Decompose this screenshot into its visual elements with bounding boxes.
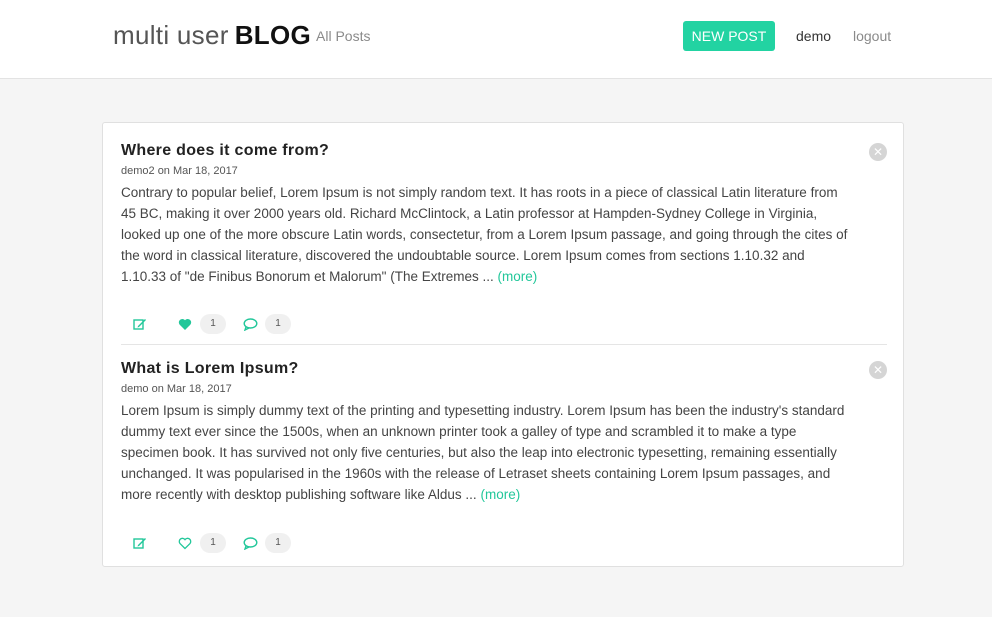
post-item: What is Lorem Ipsum? ✕ demo on Mar 18, 2… bbox=[121, 359, 887, 553]
post-excerpt: Contrary to popular belief, Lorem Ipsum … bbox=[121, 182, 853, 287]
post-item: Where does it come from? ✕ demo2 on Mar … bbox=[121, 141, 887, 334]
likes-count: 1 bbox=[200, 314, 226, 334]
username-link[interactable]: demo bbox=[796, 28, 831, 44]
all-posts-link[interactable]: All Posts bbox=[316, 28, 370, 44]
comment-icon[interactable] bbox=[241, 315, 259, 333]
post-excerpt-text: Contrary to popular belief, Lorem Ipsum … bbox=[121, 185, 848, 284]
post-title[interactable]: What is Lorem Ipsum? bbox=[121, 359, 887, 379]
top-navbar: multi user BLOG All Posts NEW POST demo … bbox=[0, 0, 992, 79]
comment-icon[interactable] bbox=[241, 534, 259, 552]
posts-panel: Where does it come from? ✕ demo2 on Mar … bbox=[102, 122, 904, 567]
comments-count: 1 bbox=[265, 314, 291, 334]
brand-text-light: multi user bbox=[113, 20, 229, 50]
heart-outline-icon[interactable] bbox=[176, 534, 194, 552]
edit-icon[interactable] bbox=[131, 534, 149, 552]
brand-logo[interactable]: multi user BLOG bbox=[113, 20, 311, 52]
post-meta: demo2 on Mar 18, 2017 bbox=[121, 165, 238, 177]
post-excerpt: Lorem Ipsum is simply dummy text of the … bbox=[121, 400, 853, 505]
post-actions: 1 1 bbox=[121, 314, 291, 334]
comments-count: 1 bbox=[265, 533, 291, 553]
read-more-link[interactable]: (more) bbox=[480, 487, 520, 502]
edit-icon[interactable] bbox=[131, 315, 149, 333]
close-circle-icon[interactable]: ✕ bbox=[869, 361, 887, 379]
post-title[interactable]: Where does it come from? bbox=[121, 141, 887, 161]
brand-text-bold: BLOG bbox=[234, 20, 312, 50]
logout-link[interactable]: logout bbox=[853, 28, 891, 44]
post-divider bbox=[121, 344, 887, 345]
close-circle-icon[interactable]: ✕ bbox=[869, 143, 887, 161]
likes-count: 1 bbox=[200, 533, 226, 553]
heart-filled-icon[interactable] bbox=[176, 315, 194, 333]
post-actions: 1 1 bbox=[121, 533, 291, 553]
new-post-button[interactable]: NEW POST bbox=[683, 21, 775, 51]
post-meta: demo on Mar 18, 2017 bbox=[121, 383, 232, 395]
read-more-link[interactable]: (more) bbox=[498, 269, 538, 284]
